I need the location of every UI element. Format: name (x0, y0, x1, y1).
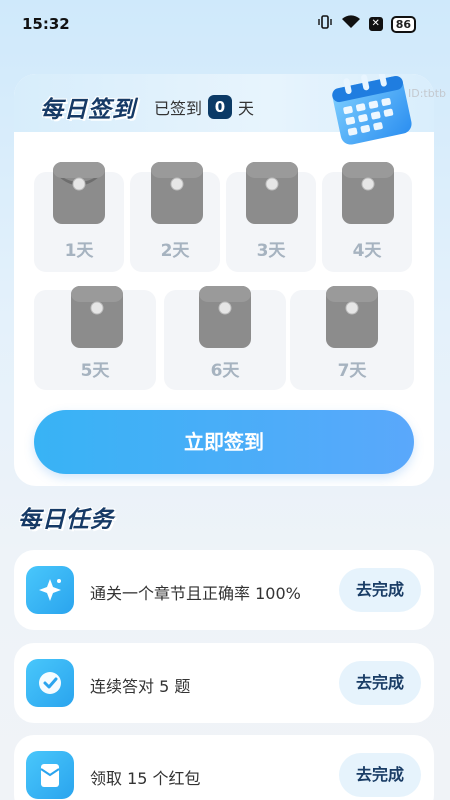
task-item: 通关一个章节且正确率 100% 去完成 (14, 550, 434, 630)
day-label: 4天 (352, 241, 382, 261)
red-envelope-icon (326, 286, 378, 348)
task-text: 领取 15 个红包 (90, 769, 201, 788)
day-label: 5天 (80, 361, 110, 381)
task-text: 连续答对 5 题 (90, 677, 191, 696)
status-time: 15:32 (22, 15, 70, 33)
close-badge-icon: ✕ (368, 17, 383, 31)
daily-tasks-title: 每日任务 (18, 507, 114, 533)
calendar-illustration-icon (318, 74, 422, 146)
go-complete-button[interactable]: 去完成 (339, 661, 421, 705)
wifi-icon (341, 14, 361, 34)
check-circle-icon (26, 659, 74, 707)
sparkle-icon (26, 566, 74, 614)
signin-card: 每日签到 已签到 0 天 1天 2天 3天 4天 5天 6天 7天 立即签到 (14, 74, 434, 486)
go-complete-button[interactable]: 去完成 (339, 753, 421, 797)
signed-count-badge: 0 (208, 95, 233, 119)
day-label: 3天 (256, 241, 286, 261)
task-text: 通关一个章节且正确率 100% (90, 584, 301, 603)
battery-icon: 86 (390, 15, 416, 33)
red-envelope-icon (53, 162, 105, 224)
day-label: 2天 (160, 241, 190, 261)
red-envelope-icon (199, 286, 251, 348)
day-label: 6天 (210, 361, 240, 381)
signin-title: 每日签到 (40, 97, 136, 123)
red-envelope-icon (342, 162, 394, 224)
signed-suffix: 天 (238, 99, 255, 118)
signed-prefix: 已签到 (154, 99, 203, 118)
user-id-text: ID:tbtb (408, 87, 447, 100)
task-item: 连续答对 5 题 去完成 (14, 643, 434, 723)
task-item: 领取 15 个红包 去完成 (14, 735, 434, 800)
envelope-icon (26, 751, 74, 799)
go-complete-button[interactable]: 去完成 (339, 568, 421, 612)
status-bar: 15:32 ✕ 86 (0, 0, 450, 48)
status-icons: ✕ 86 (317, 14, 416, 34)
vibrate-icon (317, 14, 333, 34)
day-label: 7天 (337, 361, 367, 381)
red-envelope-icon (246, 162, 298, 224)
signin-now-button[interactable]: 立即签到 (34, 410, 414, 474)
day-label: 1天 (64, 241, 94, 261)
signed-days-info: 已签到 0 天 (154, 95, 254, 119)
red-envelope-icon (151, 162, 203, 224)
red-envelope-icon (71, 286, 123, 348)
